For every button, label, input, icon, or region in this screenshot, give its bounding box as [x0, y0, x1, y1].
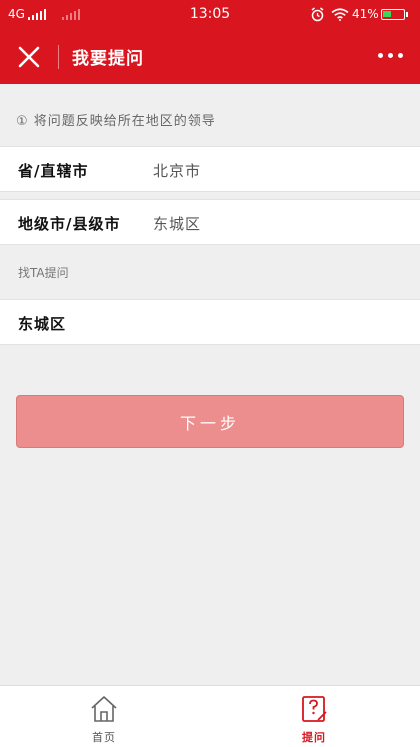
tab-ask-label: 提问 [302, 731, 326, 744]
tab-ask[interactable]: 提问 [284, 692, 344, 744]
close-icon[interactable] [16, 44, 42, 70]
target-section-label: 找TA提问 [18, 266, 69, 280]
city-label: 地级市/县级市 [18, 215, 121, 233]
battery-icon [381, 9, 408, 20]
tab-home-label: 首页 [92, 731, 116, 744]
battery-percent: 41% [352, 7, 379, 21]
navigation-bar: 我要提问 [0, 30, 420, 84]
status-bar: 4G 13:05 41% [0, 0, 420, 30]
tab-bar: 首页 提问 [0, 685, 420, 747]
tab-home[interactable]: 首页 [74, 692, 134, 744]
next-step-button[interactable]: 下一步 [16, 395, 404, 448]
alarm-icon [311, 7, 324, 22]
city-selector[interactable]: 地级市/县级市 东城区 [0, 199, 420, 245]
ask-icon [302, 696, 327, 722]
home-icon [91, 696, 117, 722]
target-value: 东城区 [18, 315, 67, 333]
hint-text: ① 将问题反映给所在地区的领导 [16, 114, 216, 129]
province-value: 北京市 [153, 162, 202, 180]
more-options-icon[interactable] [378, 53, 403, 58]
wifi-icon [331, 8, 349, 21]
target-selector[interactable]: 东城区 [0, 299, 420, 345]
province-label: 省/直辖市 [18, 162, 89, 180]
city-value: 东城区 [153, 215, 202, 233]
nav-divider [58, 45, 59, 69]
page-title: 我要提问 [72, 49, 144, 69]
province-selector[interactable]: 省/直辖市 北京市 [0, 146, 420, 192]
